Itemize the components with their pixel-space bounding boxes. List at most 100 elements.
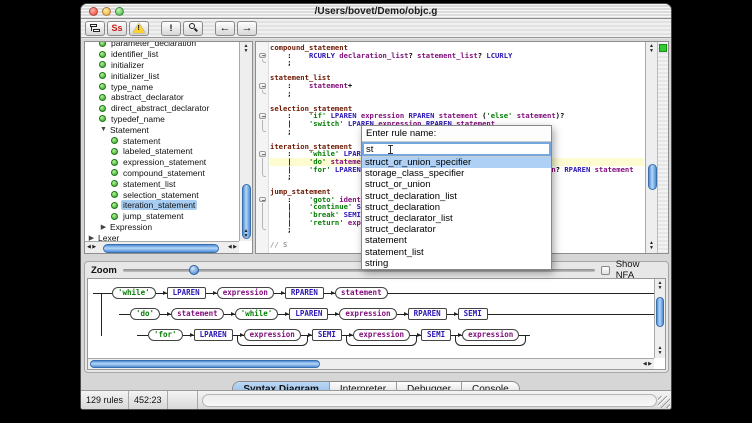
sort-rules-button[interactable]: Ss: [107, 21, 127, 36]
caret-position: 452:23: [129, 391, 168, 409]
find-button[interactable]: [183, 21, 203, 36]
tree-item-expression[interactable]: ▶Expression: [85, 222, 239, 233]
search-icon: [188, 23, 198, 33]
status-cell-empty: [168, 391, 198, 409]
suggestion-statement[interactable]: statement: [362, 235, 551, 246]
diagram-node-RPAREN[interactable]: RPAREN: [408, 308, 447, 320]
diagram-node-statement[interactable]: statement: [171, 308, 224, 320]
suggestion-string[interactable]: string: [362, 258, 551, 269]
status-bar: 129 rules 452:23: [81, 390, 671, 409]
suggestion-struct_declaration[interactable]: struct_declaration: [362, 202, 551, 213]
tree-item-lexer[interactable]: ▶Lexer: [85, 232, 239, 241]
check-grammar-button[interactable]: !: [129, 21, 149, 36]
window-title: /Users/bovet/Demo/objc.g: [81, 4, 671, 19]
diagram-node-expression[interactable]: expression: [462, 329, 519, 341]
close-button[interactable]: [89, 7, 98, 16]
diagram-node-statement[interactable]: statement: [335, 287, 388, 299]
tree-item-initializer[interactable]: initializer: [85, 60, 239, 71]
popup-label: Enter rule name:: [362, 126, 551, 142]
rule-status-icon: [99, 105, 106, 112]
suggestion-storage_class_specifier[interactable]: storage_class_specifier: [362, 168, 551, 179]
diagram-node-while[interactable]: 'while': [112, 287, 156, 299]
tree-item-typedef_name[interactable]: typedef_name: [85, 114, 239, 125]
grammar-ok-indicator: [659, 44, 667, 52]
rule-status-icon: [99, 94, 106, 101]
chevron-right-icon[interactable]: ▶: [99, 223, 108, 231]
rule-status-icon: [99, 72, 106, 79]
diagram-node-LPAREN[interactable]: LPAREN: [194, 329, 233, 341]
diagram-node-LPAREN[interactable]: LPAREN: [167, 287, 206, 299]
diagram-node-RPAREN[interactable]: RPAREN: [285, 287, 324, 299]
rule-name-input[interactable]: st: [362, 142, 551, 156]
chevron-right-icon[interactable]: ▶: [87, 234, 96, 241]
diagram-node-do[interactable]: 'do': [130, 308, 160, 320]
tree-item-labeled_statement[interactable]: labeled_statement: [85, 146, 239, 157]
diagram-horizontal-scrollbar[interactable]: ◀ ▶: [88, 358, 654, 369]
diagram-node-expression[interactable]: expression: [353, 329, 410, 341]
diagram-node-expression[interactable]: expression: [244, 329, 301, 341]
fold-gutter[interactable]: [256, 42, 269, 253]
title-bar[interactable]: /Users/bovet/Demo/objc.g: [81, 4, 671, 19]
show-nfa-checkbox[interactable]: [601, 266, 610, 275]
tree-item-statement_list[interactable]: statement_list: [85, 178, 239, 189]
rule-status-icon: [111, 202, 118, 209]
diagram-alt-1: 'while' LPAREN expression RPAREN statement: [101, 286, 654, 300]
diagram-node-SEMI[interactable]: SEMI: [312, 329, 342, 341]
tree-item-iteration_statement[interactable]: iteration_statement: [85, 200, 239, 211]
back-button[interactable]: ←: [215, 21, 235, 36]
rule-suggestion-list[interactable]: struct_or_union_specifierstorage_class_s…: [362, 156, 551, 269]
tree-item-statement[interactable]: statement: [85, 135, 239, 146]
tree-item-type_name[interactable]: type_name: [85, 81, 239, 92]
tree-item-abstract_declarator[interactable]: abstract_declarator: [85, 92, 239, 103]
tree-vertical-scrollbar[interactable]: ▲▼ ▲▼: [239, 42, 252, 241]
suggestion-struct_declarator_list[interactable]: struct_declarator_list: [362, 213, 551, 224]
tree-item-initializer_list[interactable]: initializer_list: [85, 70, 239, 81]
zoom-slider-thumb[interactable]: [189, 265, 199, 275]
syntax-diagram-canvas[interactable]: 'while'LPARENexpressionRPARENstatement'd…: [87, 278, 666, 370]
rule-status-icon: [99, 83, 106, 90]
resize-grip[interactable]: [658, 396, 670, 408]
sort-icon: Ss: [111, 23, 122, 33]
diagram-node-expression[interactable]: expression: [217, 287, 274, 299]
rules-tree[interactable]: parameter_declarationidentifier_listinit…: [85, 41, 239, 241]
tree-item-compound_statement[interactable]: compound_statement: [85, 168, 239, 179]
tree-item-direct_abstract_declarator[interactable]: direct_abstract_declarator: [85, 103, 239, 114]
tree-item-expression_statement[interactable]: expression_statement: [85, 157, 239, 168]
tree-item-parameter_declaration[interactable]: parameter_declaration: [85, 41, 239, 49]
rule-status-icon: [111, 191, 118, 198]
antlrworks-window: /Users/bovet/Demo/objc.g Ss ! !: [80, 3, 672, 410]
forward-button[interactable]: →: [237, 21, 257, 36]
diagram-node-expression[interactable]: expression: [339, 308, 396, 320]
diagram-vertical-scrollbar[interactable]: ▲▼ ▲▼: [654, 279, 665, 358]
tree-item-statement[interactable]: ▼Statement: [85, 124, 239, 135]
diagram-alt-3: 'for' LPAREN expression SEMI expression SEMI e…: [101, 328, 654, 342]
rules-tree-icon: [90, 24, 100, 33]
tree-horizontal-scrollbar[interactable]: ◀ ▶ ◀ ▶: [85, 241, 239, 253]
suggestion-struct_or_union_specifier[interactable]: struct_or_union_specifier: [362, 157, 551, 168]
chevron-down-icon[interactable]: ▼: [99, 126, 108, 133]
toggle-rules-button[interactable]: [85, 21, 105, 36]
diagram-node-for[interactable]: 'for': [148, 329, 183, 341]
suggestion-struct_or_union[interactable]: struct_or_union: [362, 179, 551, 190]
tree-item-identifier_list[interactable]: identifier_list: [85, 49, 239, 60]
rule-status-icon: [99, 41, 106, 47]
exclamation-icon: !: [170, 23, 173, 33]
suggestion-struct_declarator[interactable]: struct_declarator: [362, 224, 551, 235]
diagram-node-LPAREN[interactable]: LPAREN: [289, 308, 328, 320]
zoom-label: Zoom: [91, 265, 117, 276]
debug-button[interactable]: !: [161, 21, 181, 36]
suggestion-statement_list[interactable]: statement_list: [362, 247, 551, 258]
diagram-node-while[interactable]: 'while': [235, 308, 279, 320]
screen: /Users/bovet/Demo/objc.g Ss ! !: [0, 0, 752, 423]
editor-vertical-scrollbar[interactable]: ▲▼ ▲▼: [645, 42, 657, 253]
zoom-window-button[interactable]: [115, 7, 124, 16]
rule-status-icon: [111, 159, 118, 166]
diagram-node-SEMI[interactable]: SEMI: [421, 329, 451, 341]
rules-tree-panel: parameter_declarationidentifier_listinit…: [84, 41, 253, 254]
minimize-button[interactable]: [102, 7, 111, 16]
diagram-node-SEMI[interactable]: SEMI: [458, 308, 488, 320]
tree-item-selection_statement[interactable]: selection_statement: [85, 189, 239, 200]
tree-item-jump_statement[interactable]: jump_statement: [85, 211, 239, 222]
rule-count: 129 rules: [81, 391, 129, 409]
suggestion-struct_declaration_list[interactable]: struct_declaration_list: [362, 191, 551, 202]
